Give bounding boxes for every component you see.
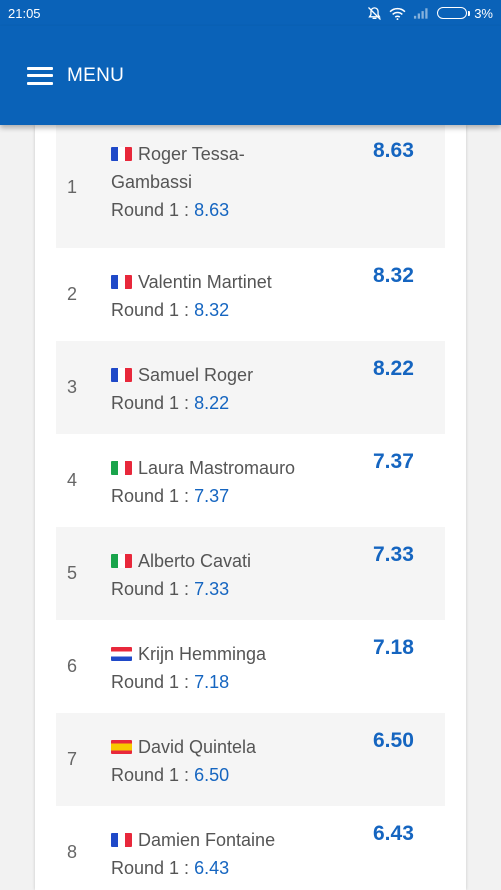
status-bar: 21:05 3% xyxy=(0,0,501,26)
menu-button-label[interactable]: MENU xyxy=(67,65,124,87)
athlete-info: Krijn Hemminga Round 1 : 7.18 xyxy=(111,640,341,696)
status-time: 21:05 xyxy=(8,5,41,21)
round-result: Round 1 : 8.63 xyxy=(111,196,281,224)
round-label: Round 1 : xyxy=(111,200,190,220)
round-result: Round 1 : 7.18 xyxy=(111,668,341,696)
app-bar: MENU xyxy=(0,26,501,125)
round-score: 8.32 xyxy=(194,300,230,320)
total-score: 7.37 xyxy=(373,450,414,473)
signal-icon xyxy=(414,8,428,19)
round-result: Round 1 : 8.22 xyxy=(111,389,341,417)
round-score: 8.22 xyxy=(194,393,230,413)
ranking-row[interactable]: 1 Roger Tessa-Gambassi Round 1 : 8.63 8.63 xyxy=(56,125,445,248)
athlete-info: Valentin Martinet Round 1 : 8.32 xyxy=(111,268,341,324)
rank-number: 3 xyxy=(67,377,78,397)
round-score: 6.50 xyxy=(194,765,230,785)
total-score: 6.50 xyxy=(373,729,414,752)
status-icons: 3% xyxy=(367,6,493,21)
battery-icon xyxy=(437,7,471,19)
athlete-info: Roger Tessa-Gambassi Round 1 : 8.63 xyxy=(111,140,281,224)
rank-number: 5 xyxy=(67,563,78,583)
ranking-row[interactable]: 8 Damien Fontaine Round 1 : 6.43 6.43 xyxy=(56,806,445,890)
wifi-icon xyxy=(389,7,406,20)
ranking-row[interactable]: 7 David Quintela Round 1 : 6.50 6.50 xyxy=(56,713,445,806)
round-result: Round 1 : 6.43 xyxy=(111,854,341,882)
ranking-row[interactable]: 2 Valentin Martinet Round 1 : 8.32 8.32 xyxy=(56,248,445,341)
athlete-name: Krijn Hemminga xyxy=(138,644,267,664)
rank-number: 2 xyxy=(67,284,78,304)
notifications-muted-icon xyxy=(368,6,381,20)
round-result: Round 1 : 8.32 xyxy=(111,296,341,324)
ranking-list: 1 Roger Tessa-Gambassi Round 1 : 8.63 8.63 2… xyxy=(56,125,445,890)
total-score: 8.63 xyxy=(373,139,414,162)
athlete-name: Alberto Cavati xyxy=(138,551,252,571)
athlete-name: Valentin Martinet xyxy=(138,272,272,292)
total-score: 8.22 xyxy=(373,357,414,380)
athlete-name: Laura Mastromauro xyxy=(138,458,296,478)
total-score: 8.32 xyxy=(373,264,414,287)
total-score: 7.33 xyxy=(373,543,414,566)
round-label: Round 1 : xyxy=(111,765,190,785)
rank-number: 6 xyxy=(67,656,78,676)
ranking-card: 1 Roger Tessa-Gambassi Round 1 : 8.63 8.63 2… xyxy=(35,125,466,890)
round-score: 7.37 xyxy=(194,486,230,506)
flag-fr-icon xyxy=(111,275,132,289)
rank-number: 4 xyxy=(67,470,78,490)
total-score: 7.18 xyxy=(373,636,414,659)
athlete-info: Damien Fontaine Round 1 : 6.43 xyxy=(111,826,341,882)
menu-icon[interactable] xyxy=(27,66,53,85)
round-result: Round 1 : 7.33 xyxy=(111,575,341,603)
round-label: Round 1 : xyxy=(111,858,190,878)
rank-number: 8 xyxy=(67,842,78,862)
ranking-row[interactable]: 6 Krijn Hemminga Round 1 : 7.18 7.18 xyxy=(56,620,445,713)
rank-number: 7 xyxy=(67,749,78,769)
round-score: 7.18 xyxy=(194,672,230,692)
flag-fr-icon xyxy=(111,833,132,847)
round-label: Round 1 : xyxy=(111,672,190,692)
ranking-row[interactable]: 3 Samuel Roger Round 1 : 8.22 8.22 xyxy=(56,341,445,434)
ranking-row[interactable]: 5 Alberto Cavati Round 1 : 7.33 7.33 xyxy=(56,527,445,620)
flag-it-icon xyxy=(111,554,132,568)
round-label: Round 1 : xyxy=(111,579,190,599)
athlete-name: David Quintela xyxy=(138,737,257,757)
total-score: 6.43 xyxy=(373,822,414,845)
round-label: Round 1 : xyxy=(111,393,190,413)
flag-it-icon xyxy=(111,461,132,475)
athlete-info: David Quintela Round 1 : 6.50 xyxy=(111,733,341,789)
round-label: Round 1 : xyxy=(111,486,190,506)
battery-level: 3% xyxy=(474,5,493,21)
athlete-info: Alberto Cavati Round 1 : 7.33 xyxy=(111,547,341,603)
athlete-name: Samuel Roger xyxy=(138,365,254,385)
athlete-info: Laura Mastromauro Round 1 : 7.37 xyxy=(111,454,341,510)
round-label: Round 1 : xyxy=(111,300,190,320)
round-score: 6.43 xyxy=(194,858,230,878)
flag-fr-icon xyxy=(111,147,132,161)
flag-es-icon xyxy=(111,740,132,754)
flag-fr-icon xyxy=(111,368,132,382)
flag-nl-icon xyxy=(111,647,132,661)
athlete-info: Samuel Roger Round 1 : 8.22 xyxy=(111,361,341,417)
athlete-name: Damien Fontaine xyxy=(138,830,276,850)
round-score: 7.33 xyxy=(194,579,230,599)
round-result: Round 1 : 7.37 xyxy=(111,482,341,510)
round-score: 8.63 xyxy=(194,200,230,220)
ranking-row[interactable]: 4 Laura Mastromauro Round 1 : 7.37 7.37 xyxy=(56,434,445,527)
round-result: Round 1 : 6.50 xyxy=(111,761,341,789)
rank-number: 1 xyxy=(67,177,78,197)
